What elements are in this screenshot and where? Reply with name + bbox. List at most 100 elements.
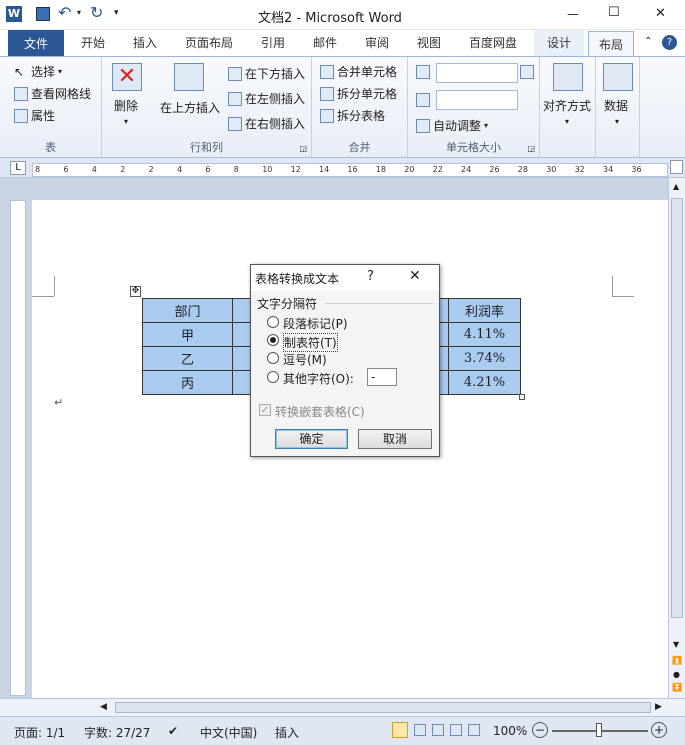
radio-other[interactable] (267, 371, 279, 383)
customize-qat-icon[interactable]: ▾ (114, 8, 119, 18)
next-page-icon[interactable]: ⏬ (672, 683, 682, 692)
nested-checkbox[interactable]: ✓ (259, 404, 271, 416)
outline-view-icon[interactable] (450, 724, 462, 736)
scroll-right-icon[interactable]: ▶ (655, 702, 662, 712)
vertical-scrollbar[interactable]: ▲ ▼ ⏫ ● ⏬ (668, 178, 685, 698)
other-label[interactable]: 其他字符(O): (283, 370, 354, 387)
table-cell[interactable]: 甲 (142, 322, 233, 347)
select-button[interactable]: ↖ 选择 ▾ (14, 63, 62, 80)
view-ruler-icon[interactable] (670, 160, 683, 174)
maximize-button[interactable]: ☐ (608, 5, 620, 20)
minimize-button[interactable]: — (567, 7, 579, 21)
view-gridlines-button[interactable]: 查看网格线 (14, 85, 91, 102)
scroll-thumb[interactable] (671, 198, 683, 618)
data-button[interactable]: 数据 (604, 97, 628, 114)
comma-label[interactable]: 逗号(M) (283, 351, 327, 368)
merge-cells-button[interactable]: 合并单元格 (320, 63, 397, 80)
col-width-input[interactable] (436, 90, 518, 110)
cell-size-launcher-icon[interactable]: ◲ (527, 144, 535, 153)
undo-icon[interactable]: ↶ (58, 3, 71, 22)
close-button[interactable]: ✕ (655, 6, 666, 21)
insert-above-icon[interactable] (174, 63, 204, 91)
row-height-input[interactable] (436, 63, 518, 83)
paragraph-mark-label[interactable]: 段落标记(P) (283, 315, 348, 332)
tab-home[interactable]: 开始 (72, 30, 114, 56)
table-cell[interactable]: 4.11% (448, 322, 521, 347)
hscroll-thumb[interactable] (115, 702, 651, 713)
scroll-up-icon[interactable]: ▲ (673, 182, 679, 191)
redo-icon[interactable]: ↻ (90, 3, 103, 22)
data-icon[interactable] (603, 63, 633, 91)
ruler-number: 2 (120, 165, 126, 174)
tab-page-layout[interactable]: 页面布局 (178, 30, 240, 56)
radio-paragraph-mark[interactable] (267, 316, 279, 328)
radio-comma[interactable] (267, 352, 279, 364)
alignment-button[interactable]: 对齐方式 (543, 97, 591, 114)
split-cells-button[interactable]: 拆分单元格 (320, 85, 397, 102)
table-cell[interactable]: 乙 (142, 346, 233, 371)
prev-page-icon[interactable]: ⏫ (672, 656, 682, 665)
radio-tab[interactable] (267, 334, 279, 346)
other-char-input[interactable]: - (367, 368, 397, 386)
ruler-number: 4 (91, 165, 97, 174)
help-icon[interactable]: ? (662, 35, 677, 50)
horizontal-scrollbar[interactable]: ◀ ▶ (0, 698, 685, 716)
scroll-left-icon[interactable]: ◀ (100, 702, 107, 712)
tab-selector-icon[interactable]: L (10, 161, 26, 175)
ok-button[interactable]: 确定 (275, 429, 348, 449)
delete-button[interactable]: 删除 (114, 97, 138, 114)
insert-right-button[interactable]: 在右侧插入 (228, 115, 305, 132)
autofit-button[interactable]: 自动调整 ▾ (416, 117, 488, 134)
vertical-ruler[interactable] (10, 200, 26, 696)
print-layout-view-icon[interactable] (392, 722, 408, 738)
table-cell[interactable]: 丙 (142, 370, 233, 395)
minimize-ribbon-icon[interactable]: ⌃ (644, 36, 652, 47)
save-icon[interactable] (36, 7, 50, 21)
delete-icon[interactable]: ✕ (112, 63, 142, 91)
properties-button[interactable]: 属性 (14, 107, 55, 124)
tab-mailings[interactable]: 邮件 (304, 30, 346, 56)
cancel-button[interactable]: 取消 (358, 429, 432, 449)
undo-dropdown-icon[interactable]: ▾ (77, 8, 81, 17)
horizontal-ruler[interactable]: 8 6 4 2 2 4 6 8 10 12 14 16 18 20 22 24 26 28 30 32 34 36 (32, 163, 668, 177)
tab-baidu-netdisk[interactable]: 百度网盘 (460, 30, 526, 56)
split-table-button[interactable]: 拆分表格 (320, 107, 385, 124)
table-resize-handle-icon[interactable] (519, 394, 525, 400)
insert-above-button[interactable]: 在上方插入 (160, 99, 220, 116)
tab-insert[interactable]: 插入 (124, 30, 166, 56)
tab-layout[interactable]: 布局 (588, 31, 634, 57)
zoom-in-icon[interactable]: + (651, 722, 667, 738)
language-status[interactable]: 中文(中国) (200, 724, 257, 741)
table-cell[interactable]: 利润率 (448, 298, 521, 323)
tab-label[interactable]: 制表符(T) (283, 333, 338, 352)
table-cell[interactable]: 4.21% (448, 370, 521, 395)
proofing-icon[interactable]: ✔ (168, 724, 178, 738)
table-move-handle-icon[interactable]: ✥ (130, 286, 141, 297)
dialog-close-button[interactable]: ✕ (409, 268, 421, 284)
ruler-number: 24 (461, 165, 472, 174)
full-screen-view-icon[interactable] (414, 724, 426, 736)
browse-object-icon[interactable]: ● (673, 670, 680, 679)
zoom-slider-thumb[interactable] (596, 723, 602, 737)
scroll-down-icon[interactable]: ▼ (673, 640, 679, 649)
web-view-icon[interactable] (432, 724, 444, 736)
tab-design[interactable]: 设计 (534, 30, 584, 56)
table-cell[interactable]: 部门 (142, 298, 233, 323)
insert-mode[interactable]: 插入 (275, 724, 299, 741)
insert-below-button[interactable]: 在下方插入 (228, 65, 305, 82)
dialog-help-button[interactable]: ? (367, 269, 374, 284)
alignment-icon[interactable] (553, 63, 583, 91)
table-cell[interactable]: 3.74% (448, 346, 521, 371)
word-count[interactable]: 字数: 27/27 (84, 724, 150, 741)
page-count[interactable]: 页面: 1/1 (14, 724, 65, 741)
distribute-rows-icon[interactable] (520, 65, 534, 79)
zoom-level[interactable]: 100% (493, 724, 527, 738)
tab-review[interactable]: 审阅 (356, 30, 398, 56)
tab-file[interactable]: 文件 (8, 30, 64, 56)
insert-left-button[interactable]: 在左侧插入 (228, 90, 305, 107)
dialog-launcher-icon[interactable]: ◲ (299, 144, 307, 153)
tab-references[interactable]: 引用 (252, 30, 294, 56)
zoom-out-icon[interactable]: − (532, 722, 548, 738)
draft-view-icon[interactable] (468, 724, 480, 736)
tab-view[interactable]: 视图 (408, 30, 450, 56)
